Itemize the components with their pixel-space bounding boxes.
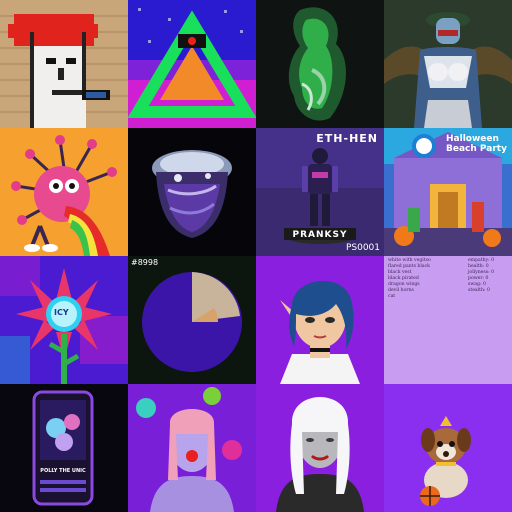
badge-text: ICY xyxy=(54,308,69,317)
nft-tile-14[interactable] xyxy=(128,384,256,512)
nft-tile-6[interactable] xyxy=(128,128,256,256)
green-figure-icon xyxy=(256,0,384,128)
nft-tile-8[interactable]: Halloween Beach Party xyxy=(384,128,512,256)
nft-tile-2[interactable] xyxy=(128,0,256,128)
balloon-bust-icon xyxy=(128,384,256,512)
nft-tile-15[interactable] xyxy=(256,384,384,512)
nft-tile-10[interactable]: #8998 xyxy=(128,256,256,384)
virus-rainbow-icon xyxy=(0,128,128,256)
nft-tile-16[interactable] xyxy=(384,384,512,512)
stat-item: stealth: 0 xyxy=(468,288,490,293)
character-name: PRANKSY xyxy=(292,230,348,240)
pie-icon xyxy=(128,256,256,384)
nft-tile-7[interactable]: ETH-HEN PRANKSY PS0001 xyxy=(256,128,384,256)
brand-text: ETH-HEN xyxy=(316,132,378,145)
stat-list-right: empathy: 0 health: 0 jollyness: 0 power:… xyxy=(468,258,494,294)
pixel-triangle-eye-icon xyxy=(128,0,256,128)
nft-tile-11[interactable] xyxy=(256,256,384,384)
banner-text: Halloween Beach Party xyxy=(446,134,507,154)
nft-tile-5[interactable] xyxy=(0,128,128,256)
serial-code: PS0001 xyxy=(345,243,380,253)
nft-tile-3[interactable] xyxy=(256,0,384,128)
psychedelic-flower-icon xyxy=(0,256,128,384)
trait-list-left: white with vegitso flared pants black bl… xyxy=(388,258,431,300)
white-hair-portrait-icon xyxy=(256,384,384,512)
nft-gallery-grid: ETH-HEN PRANKSY PS0001 Halloween Beach P… xyxy=(0,0,512,512)
token-number: #8998 xyxy=(131,258,159,267)
card-title: POLLY THE UNIC xyxy=(40,468,86,474)
phone-card-icon xyxy=(0,384,128,512)
winged-warrior-icon xyxy=(384,0,512,128)
puppy-icon xyxy=(384,384,512,512)
chrome-head-icon xyxy=(128,128,256,256)
nft-tile-9[interactable]: ICY xyxy=(0,256,128,384)
pixel-punk-icon xyxy=(0,0,128,128)
elf-portrait-icon xyxy=(256,256,384,384)
trait-item: cat xyxy=(388,294,396,299)
nft-tile-12[interactable]: white with vegitso flared pants black bl… xyxy=(384,256,512,384)
nft-tile-13[interactable]: POLLY THE UNIC xyxy=(0,384,128,512)
nft-tile-4[interactable] xyxy=(384,0,512,128)
nft-tile-1[interactable] xyxy=(0,0,128,128)
